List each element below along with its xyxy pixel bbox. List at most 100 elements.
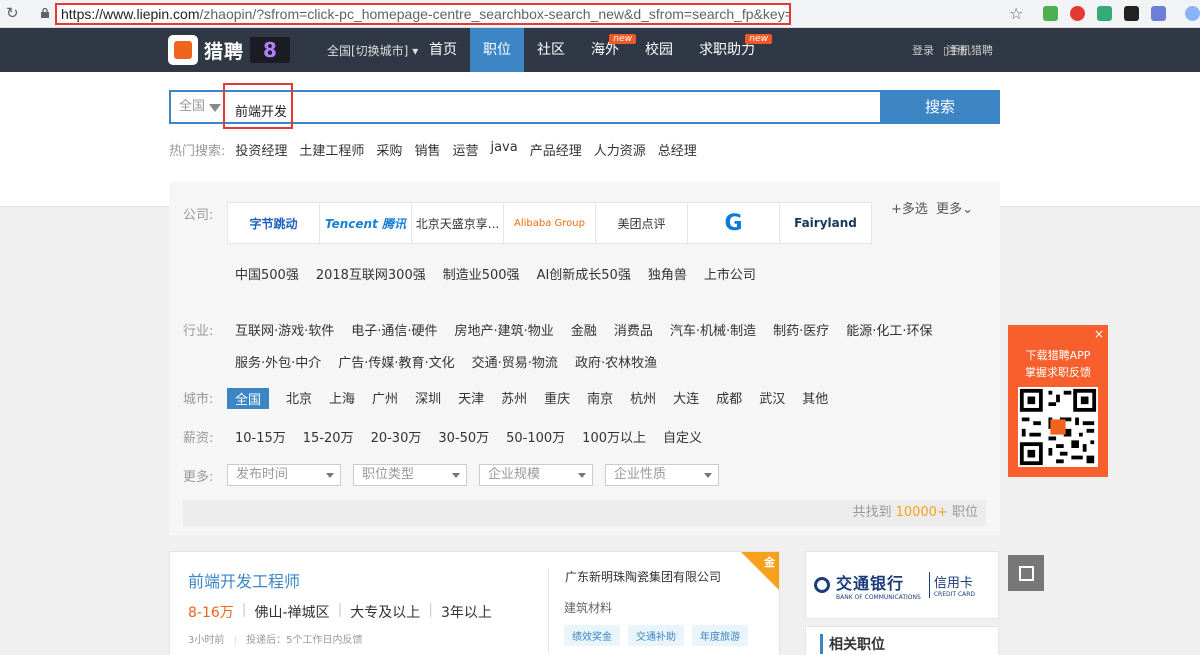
company-type-option[interactable]: 上市公司 <box>704 264 756 283</box>
city-options: 全国 北京 上海 广州 深圳 天津 苏州 重庆 南京 杭州 大连 成都 武汉 其… <box>227 388 845 409</box>
company-type-option[interactable]: 制造业500强 <box>443 264 520 283</box>
extension-icon[interactable] <box>1124 6 1139 21</box>
extension-icon[interactable] <box>1097 6 1112 21</box>
edit-icon <box>1018 565 1034 581</box>
industry-option[interactable]: 互联网·游戏·软件 <box>235 320 334 339</box>
hot-search-term[interactable]: 销售 <box>414 140 440 159</box>
divider: | <box>233 635 237 646</box>
job-tag: 交通补助 <box>628 625 684 646</box>
hot-search-term[interactable]: 总经理 <box>658 140 697 159</box>
login-link[interactable]: 登录 <box>912 42 934 58</box>
nav-item-community[interactable]: 社区 <box>524 28 578 72</box>
city-option[interactable]: 苏州 <box>501 388 527 409</box>
company-logo[interactable]: 北京天盛京享... <box>411 202 504 244</box>
job-type-select[interactable]: 职位类型 <box>353 464 467 486</box>
company-logo[interactable]: Alibaba Group <box>503 202 596 244</box>
city-option[interactable]: 全国 <box>227 388 270 409</box>
extension-icon[interactable] <box>1043 6 1058 21</box>
mobile-app-link[interactable]: ▯手机猎聘 <box>943 42 993 58</box>
city-option[interactable]: 南京 <box>587 388 613 409</box>
address-bar[interactable]: https://www.liepin.com/zhaopin/?sfrom=cl… <box>55 3 791 25</box>
city-option[interactable]: 广州 <box>372 388 398 409</box>
multi-select-button[interactable]: +多选 <box>891 202 928 217</box>
company-nature-select[interactable]: 企业性质 <box>605 464 719 486</box>
industry-option[interactable]: 房地产·建筑·物业 <box>455 320 554 339</box>
city-option[interactable]: 杭州 <box>630 388 656 409</box>
nav-item-label: 校园 <box>645 42 673 58</box>
city-option[interactable]: 天津 <box>458 388 484 409</box>
salary-option[interactable]: 50-100万 <box>506 427 565 446</box>
company-logo[interactable]: Tencent 腾讯 <box>319 202 412 244</box>
hot-search-term[interactable]: 运营 <box>452 140 478 159</box>
close-icon[interactable]: × <box>1094 327 1104 341</box>
divider: | <box>428 602 433 618</box>
feedback-button[interactable] <box>1008 555 1044 591</box>
company-filter-actions: +多选 更多⌄ <box>891 198 973 217</box>
company-type-option[interactable]: 中国500强 <box>235 264 299 283</box>
industry-option[interactable]: 能源·化工·环保 <box>846 320 932 339</box>
salary-option[interactable]: 10-15万 <box>235 427 286 446</box>
hot-search-term[interactable]: 投资经理 <box>235 140 287 159</box>
search-input[interactable]: 前端开发 <box>223 83 293 129</box>
company-type-option[interactable]: 2018互联网300强 <box>316 264 426 283</box>
search-scope-dropdown[interactable]: 全国 <box>171 92 221 122</box>
nav-item-jobs[interactable]: 职位 <box>470 28 524 72</box>
company-size-select[interactable]: 企业规模 <box>479 464 593 486</box>
company-logo[interactable]: G <box>687 202 780 244</box>
industry-option[interactable]: 广告·传媒·教育·文化 <box>338 352 454 371</box>
salary-option[interactable]: 15-20万 <box>303 427 354 446</box>
brand-name: 猎聘 <box>204 41 245 63</box>
city-option[interactable]: 成都 <box>716 388 742 409</box>
extension-icon[interactable] <box>1070 6 1085 21</box>
bank-ad-banner[interactable]: 交通银行 BANK OF COMMUNICATIONS 信用卡 CREDIT C… <box>805 551 999 619</box>
extension-icon[interactable] <box>1151 6 1166 21</box>
hot-search-term[interactable]: 人力资源 <box>594 140 646 159</box>
salary-option[interactable]: 30-50万 <box>438 427 489 446</box>
hot-search-term[interactable]: 土建工程师 <box>299 140 364 159</box>
nav-item-overseas[interactable]: 海外 new <box>578 28 636 72</box>
salary-option[interactable]: 100万以上 <box>582 427 646 446</box>
company-industry: 建筑材料 <box>564 601 613 615</box>
industry-option[interactable]: 消费品 <box>614 320 653 339</box>
nav-item-career-help[interactable]: 求职助力 new <box>686 28 772 72</box>
job-card[interactable]: 前端开发工程师 8-16万 | 佛山-禅城区 | 大专及以上 | 3年以上 3小… <box>169 551 780 655</box>
city-option[interactable]: 上海 <box>329 388 355 409</box>
hot-search-term[interactable]: java <box>490 140 517 159</box>
industry-option[interactable]: 政府·农林牧渔 <box>575 352 657 371</box>
profile-avatar[interactable] <box>1185 6 1200 21</box>
nav-item-label: 海外 <box>591 42 619 58</box>
bookmark-star-icon[interactable]: ☆ <box>1009 4 1023 23</box>
company-logo[interactable]: Fairyland <box>779 202 872 244</box>
publish-time-select[interactable]: 发布时间 <box>227 464 341 486</box>
city-option[interactable]: 其他 <box>802 388 828 409</box>
more-button[interactable]: 更多 <box>936 202 962 217</box>
hot-search-term[interactable]: 产品经理 <box>530 140 582 159</box>
salary-option[interactable]: 20-30万 <box>371 427 422 446</box>
industry-option[interactable]: 汽车·机械·制造 <box>670 320 756 339</box>
industry-option[interactable]: 交通·贸易·物流 <box>472 352 558 371</box>
city-option[interactable]: 大连 <box>673 388 699 409</box>
industry-option[interactable]: 服务·外包·中介 <box>235 352 321 371</box>
city-option[interactable]: 深圳 <box>415 388 441 409</box>
city-option[interactable]: 北京 <box>286 388 312 409</box>
company-logo[interactable]: 美团点评 <box>595 202 688 244</box>
industry-option[interactable]: 制药·医疗 <box>773 320 829 339</box>
city-option[interactable]: 武汉 <box>759 388 785 409</box>
salary-option[interactable]: 自定义 <box>663 427 702 446</box>
industry-option[interactable]: 金融 <box>571 320 597 339</box>
reload-icon[interactable]: ↻ <box>6 5 22 21</box>
company-type-option[interactable]: AI创新成长50强 <box>537 264 631 283</box>
search-button[interactable]: 搜索 <box>880 90 1000 124</box>
bank-name: 交通银行 <box>836 575 905 593</box>
city-option[interactable]: 重庆 <box>544 388 570 409</box>
nav-item-home[interactable]: 首页 <box>416 28 470 72</box>
site-logo[interactable]: 猎聘 8 <box>168 34 291 66</box>
company-type-option[interactable]: 独角兽 <box>648 264 687 283</box>
industry-option[interactable]: 电子·通信·硬件 <box>351 320 437 339</box>
company-logo[interactable]: 字节跳动 <box>227 202 320 244</box>
nav-item-campus[interactable]: 校园 <box>632 28 686 72</box>
city-switch[interactable]: 全国[切换城市] ▾ <box>327 42 418 59</box>
job-title[interactable]: 前端开发工程师 <box>188 568 300 592</box>
select-value: 职位类型 <box>362 467 415 482</box>
hot-search-term[interactable]: 采购 <box>376 140 402 159</box>
